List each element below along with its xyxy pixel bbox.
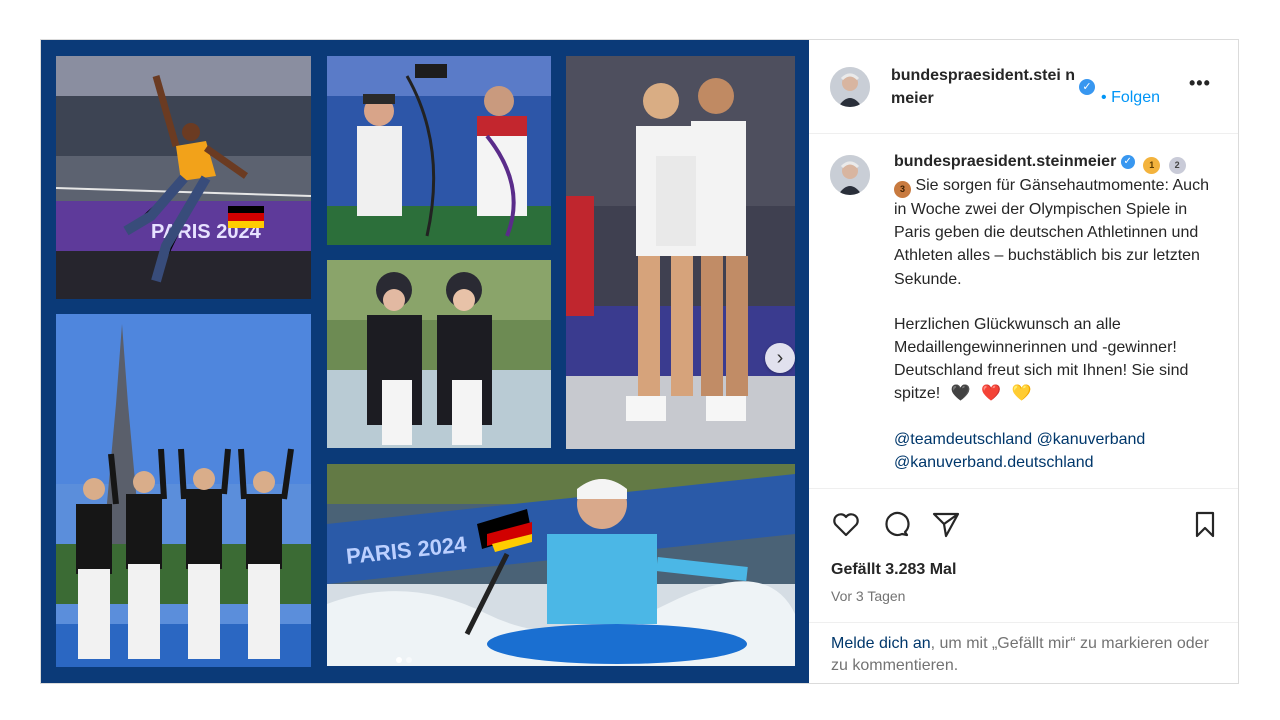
photo-eiffel-tower-team xyxy=(56,314,311,667)
red-heart-icon: ❤️ xyxy=(981,385,1001,403)
mention-link[interactable]: @kanuverband.deutschland xyxy=(894,454,1094,471)
photo-canoe-slalom: PARIS 2024 xyxy=(327,464,795,666)
post-timestamp[interactable]: Vor 3 Tagen xyxy=(831,588,905,604)
comment-icon[interactable] xyxy=(881,509,911,539)
caption-username[interactable]: bundespraesident.steinmeier xyxy=(894,153,1116,170)
like-heart-icon[interactable] xyxy=(831,509,861,539)
photo-archery xyxy=(327,56,551,245)
photo-basketball-celebration xyxy=(566,56,795,449)
bronze-medal-icon: 3 xyxy=(894,181,911,198)
photo-athletics-high-jump: PARIS 2024 xyxy=(56,56,311,299)
instagram-post: PARIS 2024 PARIS 2024 › bundespraesident… xyxy=(40,39,1239,684)
caption-area: bundespraesident.steinmeier ✓ 1 2 3 Sie … xyxy=(809,134,1238,488)
chevron-right-icon: › xyxy=(776,346,784,369)
caption-text-2: Herzlichen Glückwunsch an alle Medaillen… xyxy=(894,315,1189,403)
carousel-dot xyxy=(406,657,412,663)
mention-link[interactable]: @teamdeutschland xyxy=(894,431,1032,448)
silver-medal-icon: 2 xyxy=(1168,157,1186,174)
follow-button[interactable]: • Folgen xyxy=(1101,89,1160,107)
separator-dot: • xyxy=(1101,89,1107,106)
gold-medal-icon: 1 xyxy=(1143,157,1161,174)
post-side-panel: bundespraesident.stei nmeier ✓ • Folgen … xyxy=(809,40,1238,683)
login-prompt: Melde dich an, um mit „Gefällt mir“ zu m… xyxy=(809,622,1238,683)
avatar[interactable] xyxy=(830,67,870,107)
carousel-dot-active xyxy=(396,657,402,663)
caption-text-1: Sie sorgen für Gänsehautmomente: Auch in… xyxy=(894,177,1209,288)
post-author-username[interactable]: bundespraesident.stei nmeier xyxy=(891,64,1081,110)
caption-mentions: @teamdeutschland @kanuverband @kanuverba… xyxy=(894,428,1214,474)
follow-label: Folgen xyxy=(1111,89,1160,106)
photo-dressage-riders xyxy=(327,260,551,448)
more-options-icon[interactable]: ••• xyxy=(1189,73,1211,94)
black-heart-icon: 🖤 xyxy=(950,385,971,403)
carousel-dots xyxy=(396,657,412,663)
post-media-collage[interactable]: PARIS 2024 PARIS 2024 › xyxy=(41,40,809,683)
verified-badge-icon: ✓ xyxy=(1079,79,1095,95)
likes-count[interactable]: Gefällt 3.283 Mal xyxy=(831,561,956,579)
share-send-icon[interactable] xyxy=(931,509,961,539)
post-caption: bundespraesident.steinmeier ✓ 1 2 3 Sie … xyxy=(894,150,1214,474)
verified-badge-icon: ✓ xyxy=(1120,154,1135,169)
post-header: bundespraesident.stei nmeier ✓ • Folgen … xyxy=(809,40,1238,134)
avatar[interactable] xyxy=(830,155,870,195)
yellow-heart-icon: 💛 xyxy=(1011,385,1032,403)
mention-link[interactable]: @kanuverband xyxy=(1037,431,1146,448)
save-bookmark-icon[interactable] xyxy=(1190,509,1220,539)
login-link[interactable]: Melde dich an xyxy=(831,635,931,652)
post-actions: Gefällt 3.283 Mal Vor 3 Tagen Melde dich… xyxy=(809,488,1238,684)
carousel-next-button[interactable]: › xyxy=(765,343,795,373)
